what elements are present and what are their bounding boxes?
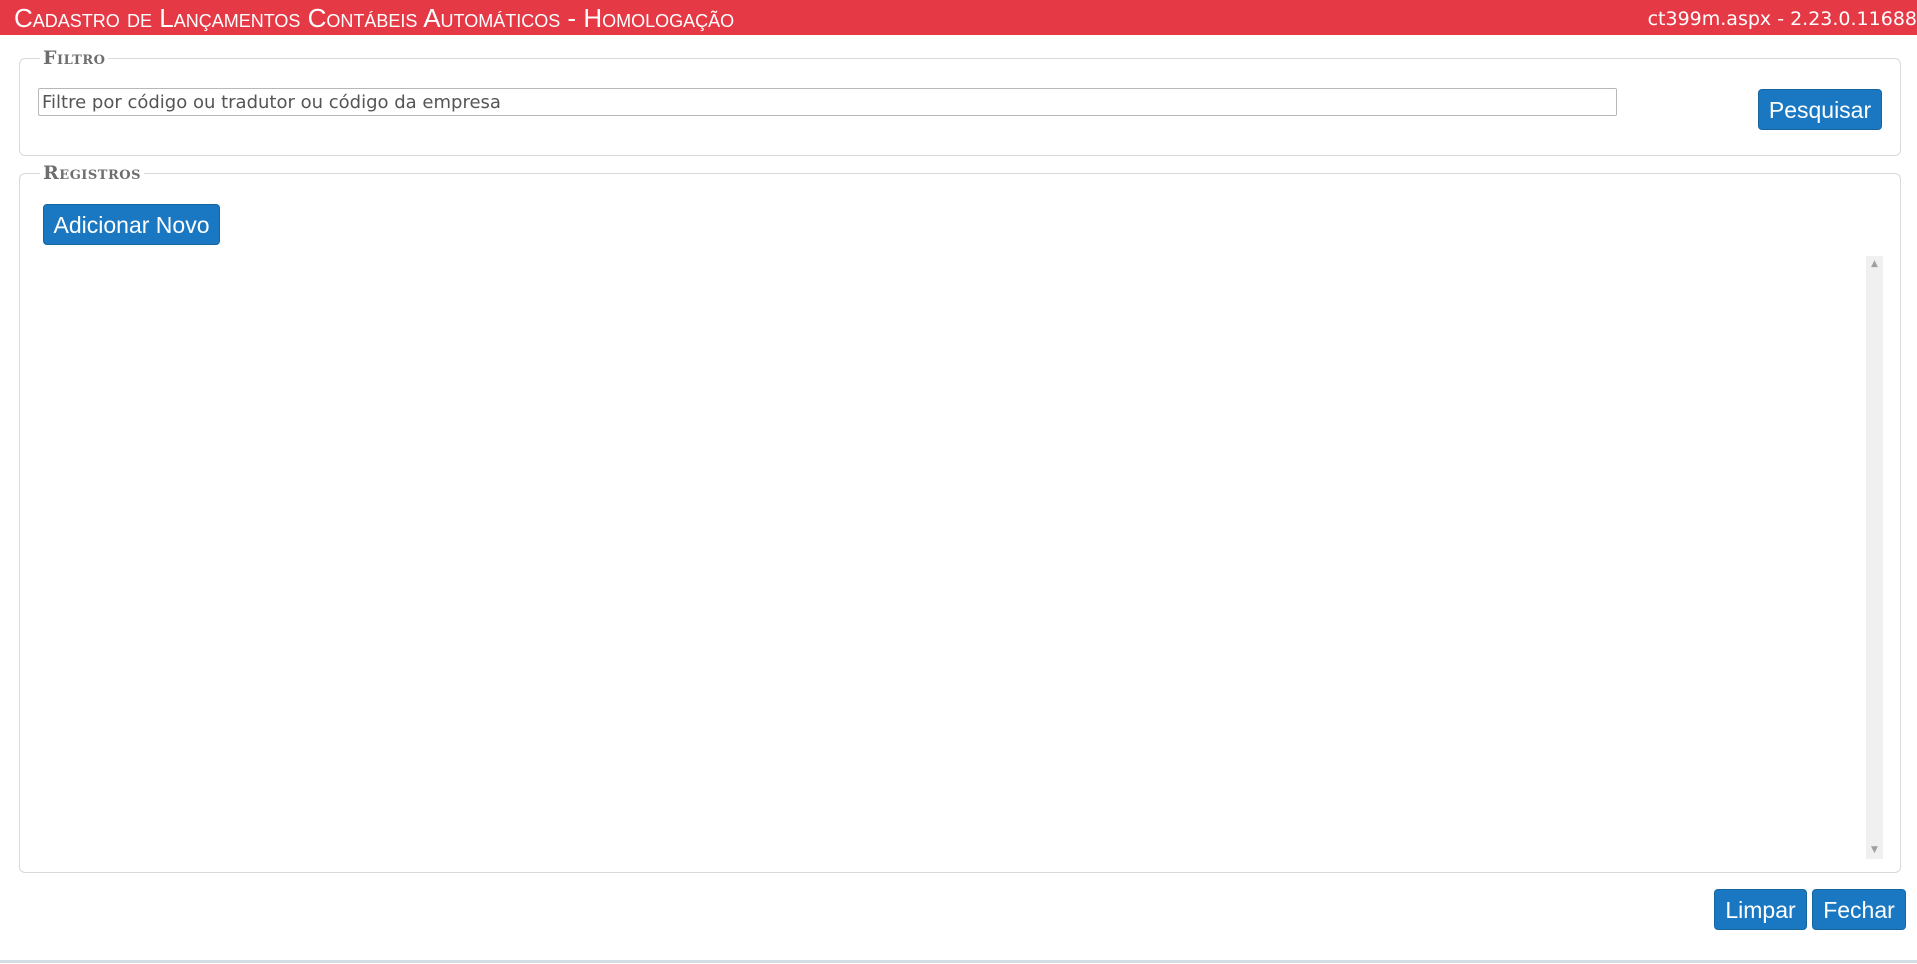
search-button[interactable]: Pesquisar — [1758, 89, 1882, 130]
vertical-scrollbar[interactable]: ▲ ▼ — [1866, 256, 1883, 859]
records-list[interactable]: ▲ ▼ — [43, 256, 1883, 859]
filter-legend: Filtro — [40, 47, 109, 69]
filter-panel: Filtro Pesquisar — [19, 47, 1901, 156]
records-legend: Registros — [40, 162, 144, 184]
records-panel: Registros Adicionar Novo ▲ ▼ — [19, 162, 1901, 873]
version-label: ct399m.aspx - 2.23.0.11688 — [1647, 8, 1917, 30]
scroll-down-arrow-icon[interactable]: ▼ — [1866, 842, 1883, 859]
bottom-divider — [0, 960, 1917, 963]
close-button[interactable]: Fechar — [1812, 889, 1906, 930]
search-input[interactable] — [38, 88, 1617, 116]
scroll-up-arrow-icon[interactable]: ▲ — [1866, 256, 1883, 273]
add-new-button[interactable]: Adicionar Novo — [43, 204, 220, 245]
page: Cadastro de Lançamentos Contábeis Automá… — [0, 0, 1917, 964]
page-title: Cadastro de Lançamentos Contábeis Automá… — [14, 3, 735, 33]
title-bar: Cadastro de Lançamentos Contábeis Automá… — [0, 0, 1917, 35]
clear-button[interactable]: Limpar — [1714, 889, 1807, 930]
